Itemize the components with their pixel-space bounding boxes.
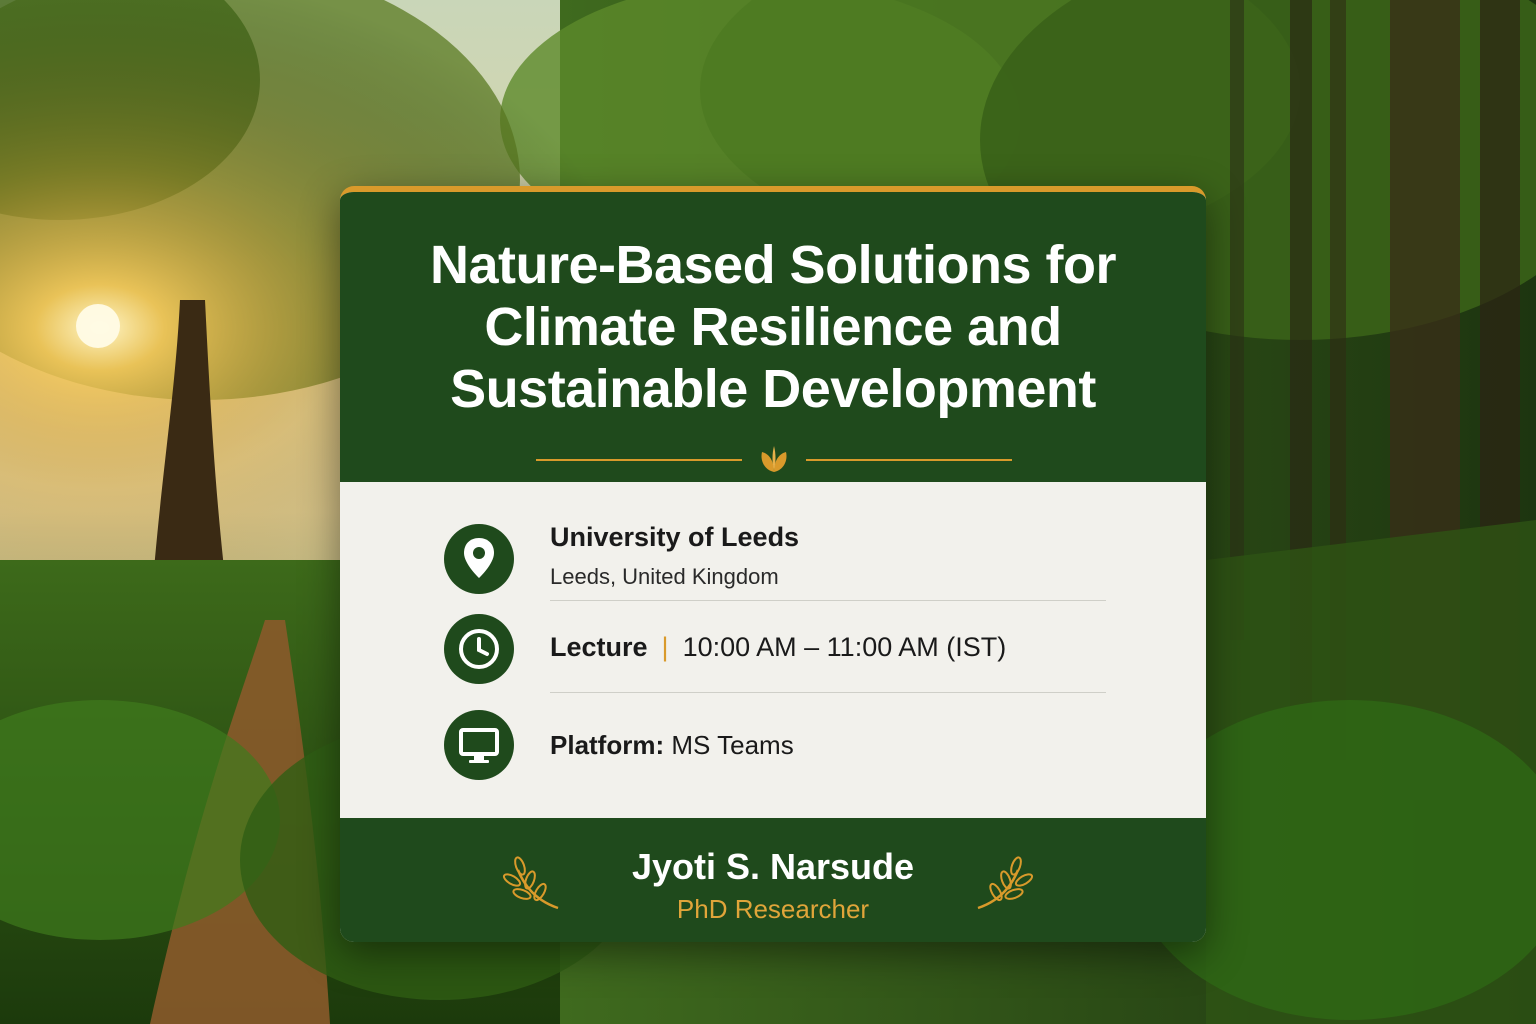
presenter-role: PhD Researcher <box>676 894 870 924</box>
title-line-3: Sustainable Development <box>450 359 1096 419</box>
presenter-footer: Jyoti S. Narsude PhD Researcher <box>340 818 1206 942</box>
leaf-icon <box>761 446 787 472</box>
session-line: Lecture | 10:00 AM – 11:00 AM (IST) <box>550 632 1006 663</box>
laurel-icon <box>977 856 1034 910</box>
event-title: Nature-Based Solutions for Climate Resil… <box>370 234 1176 420</box>
session-separator: | <box>661 632 669 662</box>
location-pin-icon <box>464 538 494 578</box>
title-line-2: Climate Resilience and <box>484 297 1062 357</box>
card-header: Nature-Based Solutions for Climate Resil… <box>340 192 1206 482</box>
title-divider <box>536 444 1012 474</box>
monitor-icon <box>459 728 499 763</box>
venue-location: Leeds, United Kingdom <box>550 564 779 589</box>
session-type: Lecture <box>550 632 648 662</box>
event-card: Nature-Based Solutions for Climate Resil… <box>340 186 1206 942</box>
clock-icon-badge <box>444 614 514 684</box>
title-line-1: Nature-Based Solutions for <box>429 235 1117 295</box>
divider-line-right <box>806 459 1012 461</box>
clock-icon <box>459 629 499 669</box>
platform-label: Platform: <box>550 730 665 760</box>
row-separator <box>550 692 1106 693</box>
platform-line: Platform: MS Teams <box>550 730 794 761</box>
platform-name: MS Teams <box>671 730 794 760</box>
divider-line-left <box>536 459 742 461</box>
monitor-icon-badge <box>444 710 514 780</box>
venue-name: University of Leeds <box>550 522 800 552</box>
session-time: 10:00 AM – 11:00 AM (IST) <box>682 632 1007 662</box>
poster-scene: Nature-Based Solutions for Climate Resil… <box>0 0 1536 1024</box>
presenter-name: Jyoti S. Narsude <box>631 846 915 887</box>
event-details: University of Leeds Leeds, United Kingdo… <box>340 482 1206 818</box>
row-separator <box>550 600 1106 601</box>
location-icon-badge <box>444 524 514 594</box>
